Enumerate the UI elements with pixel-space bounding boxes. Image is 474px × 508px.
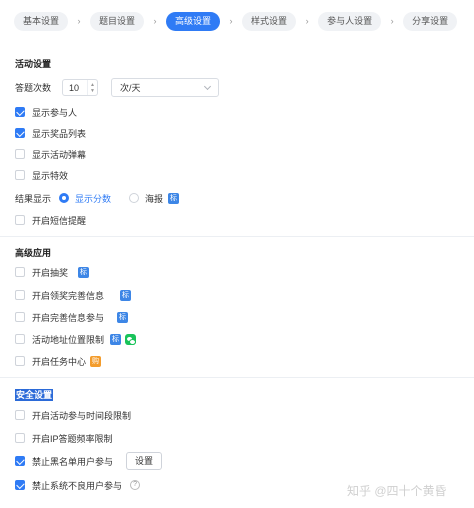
checkbox[interactable] (15, 480, 25, 490)
checkbox[interactable] (15, 356, 25, 366)
option-label: 开启抽奖 (32, 267, 69, 278)
step-nav: 基本设置 › 题目设置 › 高级设置 › 样式设置 › 参与人设置 › 分享设置 (0, 0, 474, 42)
checkbox[interactable] (15, 410, 25, 420)
option-show-participants[interactable]: 显示参与人 (15, 105, 77, 119)
security-section-title: 安全设置 (15, 388, 54, 401)
step-questions[interactable]: 题目设置 (90, 11, 145, 31)
chevron-down-icon (203, 82, 212, 91)
wechat-icon (125, 333, 137, 345)
section-divider (0, 377, 474, 378)
checkbox[interactable] (15, 334, 25, 344)
step-advanced[interactable]: 高级设置 (166, 11, 221, 31)
option-label: 开启任务中心 (32, 356, 87, 367)
option-task-center[interactable]: 开启任务中心 购 (15, 354, 102, 368)
option-label: 禁止黑名单用户参与 (32, 456, 114, 467)
option-label: 禁止系统不良用户参与 (32, 480, 123, 491)
checkbox[interactable] (15, 107, 25, 117)
option-label: 开启完善信息参与 (32, 312, 105, 323)
option-label: 显示参与人 (32, 107, 78, 118)
result-display-label: 结果显示 (15, 193, 52, 204)
standard-badge-icon: 标 (168, 192, 180, 204)
period-select[interactable]: 次/天 (111, 78, 219, 97)
standard-badge-icon: 标 (110, 333, 122, 345)
standard-badge-icon: 标 (120, 289, 132, 301)
checkbox[interactable] (15, 456, 25, 466)
radio-poster-label[interactable]: 海报 (145, 192, 163, 205)
option-label: 开启短信提醒 (32, 215, 87, 226)
option-show-danmaku[interactable]: 显示活动弹幕 (15, 147, 86, 161)
option-location-limit[interactable]: 活动地址位置限制 标 (15, 332, 137, 346)
option-block-bad-users[interactable]: 禁止系统不良用户参与 ? (15, 478, 141, 492)
section-divider (0, 236, 474, 237)
step-participants[interactable]: 参与人设置 (318, 11, 382, 31)
option-label: 活动地址位置限制 (32, 334, 105, 345)
radio-show-score-label[interactable]: 显示分数 (75, 192, 111, 205)
option-ip-limit[interactable]: 开启IP答题频率限制 (15, 431, 113, 445)
option-sms-reminder[interactable]: 开启短信提醒 (15, 213, 86, 227)
checkbox[interactable] (15, 312, 25, 322)
chevron-right-icon: › (77, 16, 81, 26)
option-time-limit[interactable]: 开启活动参与时间段限制 (15, 408, 131, 422)
answer-count-value: 10 (69, 82, 80, 93)
security-title-text: 安全设置 (15, 389, 54, 401)
step-basic[interactable]: 基本设置 (14, 11, 69, 31)
purchase-badge-icon: 购 (90, 355, 102, 367)
option-show-prizes[interactable]: 显示奖品列表 (15, 126, 86, 140)
activity-section-title: 活动设置 (15, 59, 52, 69)
chevron-right-icon: › (390, 16, 394, 26)
period-select-value: 次/天 (120, 83, 141, 93)
checkbox[interactable] (15, 215, 25, 225)
chevron-right-icon: › (305, 16, 309, 26)
step-share[interactable]: 分享设置 (403, 11, 458, 31)
advanced-section-title: 高级应用 (15, 248, 52, 258)
chevron-right-icon: › (153, 16, 157, 26)
blacklist-settings-button[interactable]: 设置 (126, 452, 162, 470)
option-show-effects[interactable]: 显示特效 (15, 168, 68, 182)
checkbox[interactable] (15, 290, 25, 300)
option-prize-info[interactable]: 开启领奖完善信息 标 (15, 288, 132, 302)
option-lottery[interactable]: 开启抽奖 标 (15, 265, 90, 279)
answer-count-stepper[interactable]: 10 ▲ ▼ (62, 79, 98, 96)
option-label: 显示特效 (32, 170, 69, 181)
chevron-right-icon: › (229, 16, 233, 26)
result-display-row: 结果显示 显示分数 海报 标 (15, 191, 180, 205)
option-label: 开启活动参与时间段限制 (32, 410, 132, 421)
checkbox[interactable] (15, 149, 25, 159)
answer-count-row: 答题次数 (15, 80, 51, 94)
option-block-blacklist[interactable]: 禁止黑名单用户参与 (15, 454, 113, 468)
option-label: 显示活动弹幕 (32, 149, 87, 160)
checkbox[interactable] (15, 433, 25, 443)
answer-count-label: 答题次数 (15, 82, 52, 93)
standard-badge-icon: 标 (117, 311, 129, 323)
option-label: 显示奖品列表 (32, 128, 87, 139)
standard-badge-icon: 标 (78, 266, 90, 278)
stepper-arrows-icon[interactable]: ▲ ▼ (87, 80, 97, 95)
radio-show-score[interactable] (59, 193, 70, 203)
step-style[interactable]: 样式设置 (242, 11, 297, 31)
watermark: 知乎 @四十个黄昏 (347, 484, 447, 498)
radio-poster[interactable] (129, 193, 140, 203)
checkbox[interactable] (15, 267, 25, 277)
help-icon[interactable]: ? (130, 480, 141, 490)
checkbox[interactable] (15, 170, 25, 180)
option-info-participation[interactable]: 开启完善信息参与 标 (15, 310, 129, 324)
option-label: 开启领奖完善信息 (32, 290, 105, 301)
checkbox[interactable] (15, 128, 25, 138)
option-label: 开启IP答题频率限制 (32, 433, 113, 444)
